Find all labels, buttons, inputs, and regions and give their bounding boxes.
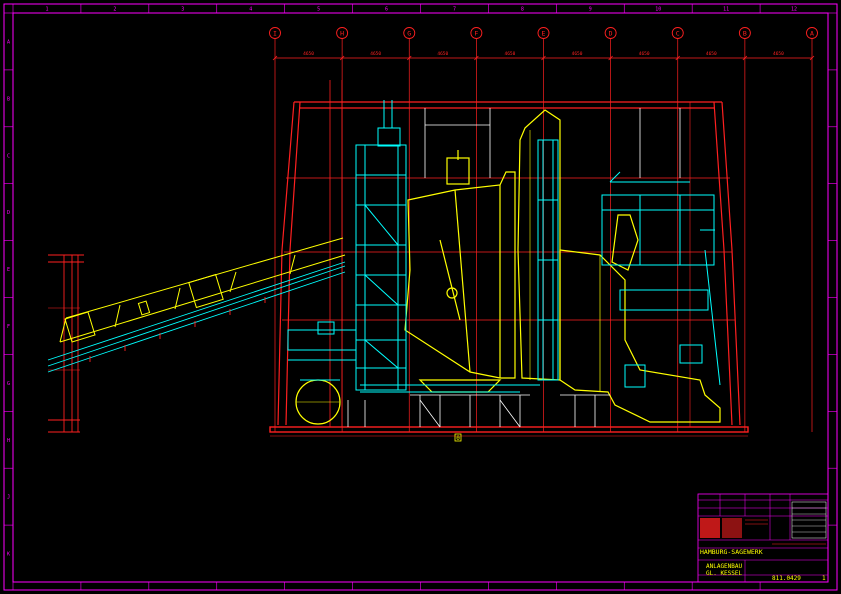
title-company: HAMBURG-SAGEWERK bbox=[700, 548, 763, 556]
title-drawing-number: 811.0429 bbox=[772, 575, 801, 582]
cad-drawing-canvas: 1 2 3 4 5 6 7 8 9 10 11 12 ABCDEFGHJK I H G F E D C B A4650… bbox=[3, 3, 838, 591]
axis-bubble-label: A bbox=[810, 30, 814, 38]
sheet-border bbox=[3, 3, 838, 591]
title-block: HAMBURG-SAGEWERK ANLAGENBAU GL. KESSEL 8… bbox=[697, 493, 829, 583]
border-column-label: 3 bbox=[181, 7, 184, 13]
border-row-label: J bbox=[7, 495, 10, 501]
piping-and-platforms bbox=[287, 100, 721, 393]
conveyor-support-tower bbox=[48, 254, 84, 433]
border-row-label: A bbox=[7, 39, 10, 45]
boiler-furnace bbox=[295, 109, 721, 425]
axis-bubble-label: H bbox=[340, 30, 344, 38]
border-column-label: 5 bbox=[317, 7, 320, 13]
border-column-label: 2 bbox=[113, 7, 116, 13]
border-column-label: 12 bbox=[791, 7, 797, 13]
border-row-label: B bbox=[7, 96, 10, 102]
border-column-label: 11 bbox=[723, 7, 729, 13]
axis-spacing-label: 4650 bbox=[370, 51, 381, 57]
border-column-label: 10 bbox=[655, 7, 661, 13]
border-row-label: H bbox=[7, 438, 10, 444]
axis-spacing-label: 4650 bbox=[437, 51, 448, 57]
title-subtitle-2: GL. KESSEL bbox=[706, 570, 743, 577]
axis-bubble-label: F bbox=[474, 30, 478, 38]
border-row-label: F bbox=[7, 324, 10, 330]
axis-spacing-label: 4650 bbox=[773, 51, 784, 57]
axis-bubble-label: E bbox=[542, 30, 546, 38]
axis-spacing-label: 4650 bbox=[505, 51, 516, 57]
axis-bubble-label: C bbox=[676, 30, 680, 38]
border-column-label: 8 bbox=[521, 7, 524, 13]
border-column-label: 9 bbox=[589, 7, 592, 13]
title-sheet-number: 1 bbox=[822, 575, 826, 582]
border-row-ticks: A B C D E F G H J K bbox=[4, 12, 837, 558]
border-column-label: 6 bbox=[385, 7, 388, 13]
border-row-label: C bbox=[7, 153, 10, 159]
border-column-ticks: 1 2 3 4 5 6 7 8 9 10 11 12 bbox=[12, 4, 797, 590]
border-column-label: 7 bbox=[453, 7, 456, 13]
border-column-label: 4 bbox=[249, 7, 252, 13]
axis-spacing-label: 4650 bbox=[706, 51, 717, 57]
building-frame bbox=[269, 80, 749, 437]
border-row-label: G bbox=[7, 381, 10, 387]
axis-bubble-label: B bbox=[743, 30, 747, 38]
axis-spacing-label: 4650 bbox=[572, 51, 583, 57]
foundation-mark-label: 0 bbox=[456, 435, 460, 442]
inclined-conveyor bbox=[47, 237, 346, 373]
axis-bubble-label: G bbox=[407, 30, 411, 38]
title-subtitle-1: ANLAGENBAU bbox=[706, 563, 743, 570]
border-row-label: K bbox=[7, 552, 10, 558]
border-column-label: 1 bbox=[45, 7, 48, 13]
border-row-label: E bbox=[7, 267, 10, 273]
axis-bubble-label: D bbox=[609, 30, 613, 38]
axis-spacing-label: 4650 bbox=[303, 51, 314, 57]
company-logo bbox=[700, 518, 720, 538]
axis-spacing-label: 4650 bbox=[639, 51, 650, 57]
foundation-marker: 0 bbox=[454, 433, 462, 442]
border-row-label: D bbox=[7, 210, 10, 216]
axis-bubble-label: I bbox=[273, 30, 277, 38]
